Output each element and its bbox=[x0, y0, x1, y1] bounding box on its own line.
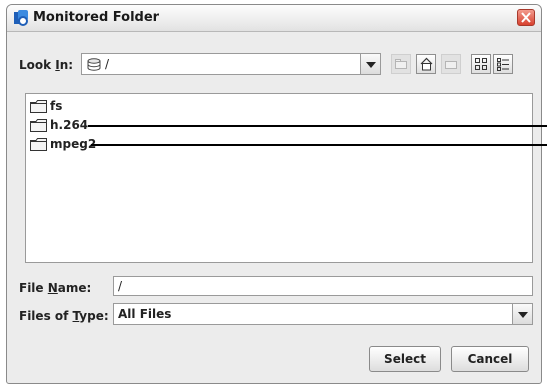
monitored-folder-dialog: Monitored Folder Look In: / fs h.264 mpe… bbox=[6, 4, 542, 384]
chevron-down-icon[interactable] bbox=[512, 304, 532, 324]
details-view-icon bbox=[497, 58, 509, 71]
list-view-icon bbox=[475, 58, 487, 70]
home-button[interactable] bbox=[416, 54, 436, 74]
details-view-button[interactable] bbox=[493, 54, 513, 74]
chevron-down-icon[interactable] bbox=[360, 54, 380, 74]
file-name-input-value: / bbox=[118, 279, 123, 293]
app-icon bbox=[14, 10, 28, 26]
files-of-type-combobox[interactable]: All Files bbox=[113, 303, 533, 325]
new-folder-button[interactable] bbox=[441, 54, 461, 74]
up-one-level-button[interactable] bbox=[391, 54, 411, 74]
up-folder-icon bbox=[395, 59, 407, 69]
close-icon bbox=[521, 12, 531, 23]
files-of-type-value: All Files bbox=[118, 307, 172, 321]
file-name-label: File Name: bbox=[19, 281, 92, 295]
home-icon bbox=[420, 57, 433, 71]
look-in-value: / bbox=[105, 57, 110, 71]
select-button[interactable]: Select bbox=[369, 346, 441, 372]
look-in-combobox[interactable]: / bbox=[81, 53, 381, 75]
folder-icon bbox=[30, 138, 47, 151]
file-name: mpeg2 bbox=[50, 137, 97, 151]
look-in-label: Look In: bbox=[19, 58, 74, 72]
file-name: fs bbox=[50, 99, 63, 113]
dialog-title: Monitored Folder bbox=[33, 10, 160, 25]
close-button[interactable] bbox=[517, 9, 535, 26]
folder-icon bbox=[30, 119, 47, 132]
folder-icon bbox=[30, 100, 47, 113]
cancel-button[interactable]: Cancel bbox=[451, 346, 529, 372]
annotation-line bbox=[91, 144, 547, 146]
file-name: h.264 bbox=[50, 118, 89, 132]
new-folder-icon bbox=[445, 61, 457, 69]
file-list[interactable]: fs h.264 mpeg2 bbox=[25, 93, 533, 263]
drive-icon bbox=[87, 58, 101, 71]
file-name-input[interactable]: / bbox=[113, 276, 533, 296]
annotation-line bbox=[88, 125, 547, 127]
list-view-button[interactable] bbox=[471, 54, 491, 74]
files-of-type-label: Files of Type: bbox=[19, 309, 109, 323]
title-bar[interactable]: Monitored Folder bbox=[7, 5, 541, 32]
